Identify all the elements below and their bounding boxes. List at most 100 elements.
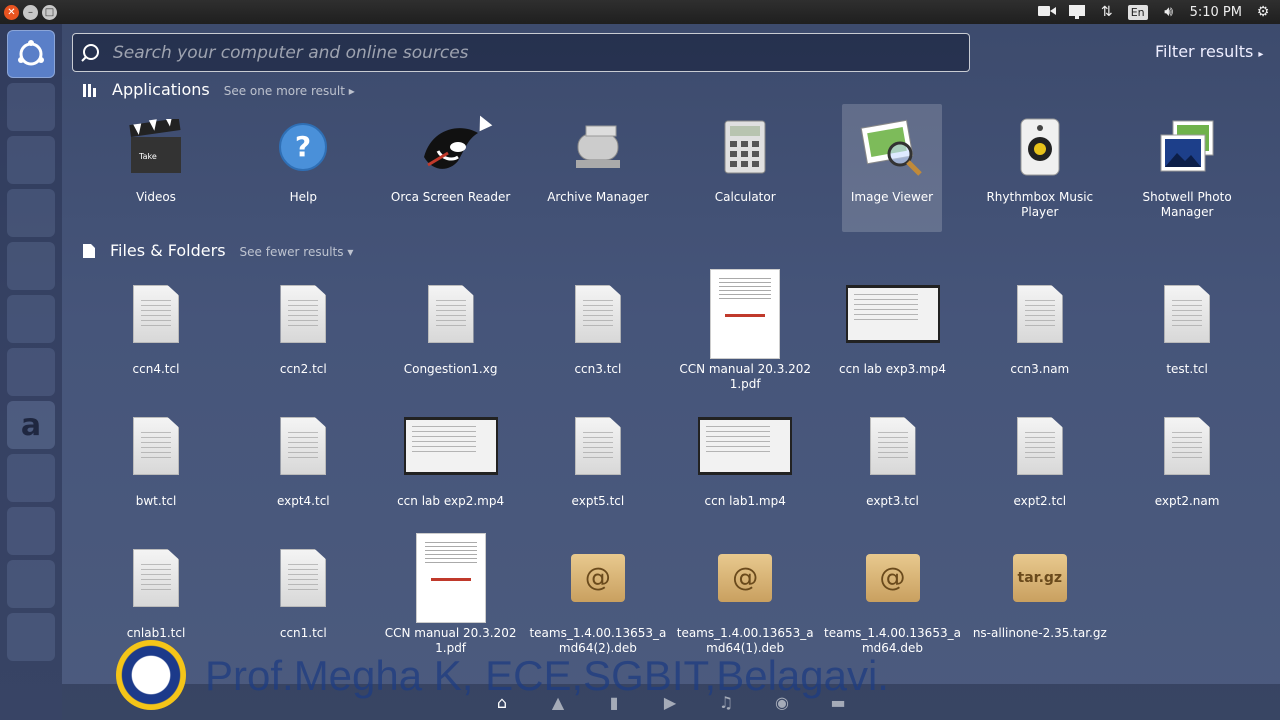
app-tile-calculator[interactable]: Calculator	[675, 104, 815, 205]
see-fewer-link[interactable]: See fewer results ▾	[240, 245, 354, 259]
file-tile[interactable]: expt3.tcl	[823, 398, 963, 509]
file-label: expt3.tcl	[866, 494, 919, 508]
text-file-icon	[1164, 417, 1211, 475]
file-tile[interactable]: ccn3.nam	[970, 266, 1110, 377]
app-tile-archive-manager[interactable]: Archive Manager	[528, 104, 668, 205]
file-label: ccn3.tcl	[574, 362, 622, 376]
file-tile[interactable]: CCN manual 20.3.2021.pdf	[675, 266, 815, 392]
applications-header: Applications See one more result ▸	[82, 80, 355, 99]
file-tile[interactable]: test.tcl	[1117, 266, 1257, 377]
app-label: Shotwell Photo Manager	[1142, 190, 1232, 219]
file-label: ccn lab exp3.mp4	[838, 362, 946, 376]
backup-icon[interactable]	[7, 136, 55, 184]
app-tile-image-viewer[interactable]: Image Viewer	[842, 104, 942, 232]
network-arrows-icon[interactable]: ⇅	[1098, 4, 1116, 20]
file-icon-wrap	[528, 266, 668, 362]
photos-icon	[1117, 104, 1257, 190]
file-tile[interactable]: expt5.tcl	[528, 398, 668, 509]
writer-icon[interactable]	[7, 189, 55, 237]
file-tile[interactable]: expt2.tcl	[970, 398, 1110, 509]
file-tile[interactable]: tar.gz ns-allinone-2.35.tar.gz	[970, 530, 1110, 641]
text-editor-icon[interactable]	[7, 507, 55, 555]
file-tile[interactable]: expt4.tcl	[233, 398, 373, 509]
app-tile-shotwell-photo-manager[interactable]: Shotwell Photo Manager	[1117, 104, 1257, 220]
file-label: expt5.tcl	[571, 494, 625, 508]
file-icon-wrap: @	[823, 530, 963, 626]
gear-icon[interactable]: ⚙	[1254, 4, 1272, 20]
file-tile[interactable]: expt2.nam	[1117, 398, 1257, 509]
file-label: expt2.nam	[1154, 494, 1220, 508]
file-icon-wrap	[381, 398, 521, 494]
minimize-icon[interactable]: –	[23, 4, 38, 20]
display-icon[interactable]	[1068, 4, 1086, 20]
text-file-icon	[869, 417, 916, 475]
image-viewer-icon	[842, 104, 942, 190]
volume-icon[interactable]: 🔊︎	[1160, 4, 1178, 20]
file-tile[interactable]: @ teams_1.4.00.13653_amd64.deb	[823, 530, 963, 656]
workspaces-icon[interactable]	[7, 613, 55, 661]
file-tile[interactable]: @ teams_1.4.00.13653_amd64(1).deb	[675, 530, 815, 656]
triangle-right-icon: ▸	[1258, 49, 1264, 60]
text-file-icon	[133, 285, 179, 343]
archive-icon	[528, 104, 668, 190]
impress-icon[interactable]	[7, 295, 55, 343]
file-icon-wrap	[1117, 398, 1257, 494]
file-icon-wrap	[233, 266, 373, 362]
app-tile-help[interactable]: ? Help	[233, 104, 373, 205]
app-tile-orca-screen-reader[interactable]: Orca Screen Reader	[381, 104, 521, 205]
section-title: Files & Folders	[110, 241, 226, 260]
software-center-icon[interactable]	[7, 348, 55, 396]
video-camera-icon[interactable]	[1037, 4, 1056, 20]
clapperboard-icon: Take	[86, 104, 226, 190]
section-title: Applications	[112, 80, 210, 99]
file-tile[interactable]: ccn3.tcl	[528, 266, 668, 377]
tarball-icon: tar.gz	[1012, 554, 1067, 602]
file-tile[interactable]: ccn lab exp2.mp4	[381, 398, 521, 509]
files-icon[interactable]	[7, 83, 55, 131]
file-label: expt4.tcl	[276, 494, 330, 508]
file-tile[interactable]: ccn lab exp3.mp4	[823, 266, 963, 377]
file-tile[interactable]: bwt.tcl	[86, 398, 226, 509]
clock[interactable]: 5:10 PM	[1190, 5, 1242, 20]
maximize-icon[interactable]: □	[42, 4, 57, 20]
file-tile[interactable]: CCN manual 20.3.2021.pdf	[381, 530, 521, 656]
speaker-icon	[970, 104, 1110, 190]
file-tile[interactable]: Congestion1.xg	[381, 266, 521, 377]
file-tile[interactable]: ccn lab1.mp4	[675, 398, 815, 509]
amazon-icon[interactable]: a	[7, 401, 55, 449]
applications-icon	[83, 83, 96, 97]
see-more-link[interactable]: See one more result ▸	[224, 84, 355, 98]
language-indicator[interactable]: En	[1127, 4, 1148, 20]
text-file-icon	[133, 549, 179, 607]
file-icon-wrap	[233, 398, 373, 494]
file-label: expt2.tcl	[1013, 494, 1067, 508]
file-tile[interactable]: cnlab1.tcl	[86, 530, 226, 641]
file-icon-wrap	[381, 530, 521, 626]
filter-results-button[interactable]: Filter results ▸	[1155, 42, 1263, 61]
file-tile[interactable]: @ teams_1.4.00.13653_amd64(2).deb	[528, 530, 668, 656]
file-label: cnlab1.tcl	[126, 626, 186, 640]
file-tile[interactable]: ccn4.tcl	[86, 266, 226, 377]
close-icon[interactable]: ✕	[4, 4, 19, 20]
terminal-icon[interactable]	[7, 560, 55, 608]
app-tile-videos[interactable]: Take Videos	[86, 104, 226, 205]
file-icon-wrap	[1117, 266, 1257, 362]
app-tile-rhythmbox-music-player[interactable]: Rhythmbox Music Player	[970, 104, 1110, 220]
app-label: Image Viewer	[850, 190, 934, 204]
file-icon-wrap	[86, 398, 226, 494]
dash-icon[interactable]	[7, 30, 55, 78]
file-tile[interactable]: ccn2.tcl	[233, 266, 373, 377]
file-icon-wrap	[970, 398, 1110, 494]
file-label: ccn2.tcl	[279, 362, 327, 376]
file-tile[interactable]: ccn1.tcl	[233, 530, 373, 641]
indicator-area: ⇅ En 🔊︎ 5:10 PM ⚙	[1037, 4, 1280, 20]
file-icon	[83, 243, 95, 258]
search-box[interactable]	[72, 33, 970, 72]
system-settings-icon[interactable]	[7, 454, 55, 502]
text-file-icon	[1016, 285, 1063, 343]
file-icon-wrap	[970, 266, 1110, 362]
calc-icon[interactable]	[7, 242, 55, 290]
text-file-icon	[427, 285, 474, 343]
search-input[interactable]	[107, 41, 969, 64]
window-controls: ✕ – □	[0, 4, 57, 20]
